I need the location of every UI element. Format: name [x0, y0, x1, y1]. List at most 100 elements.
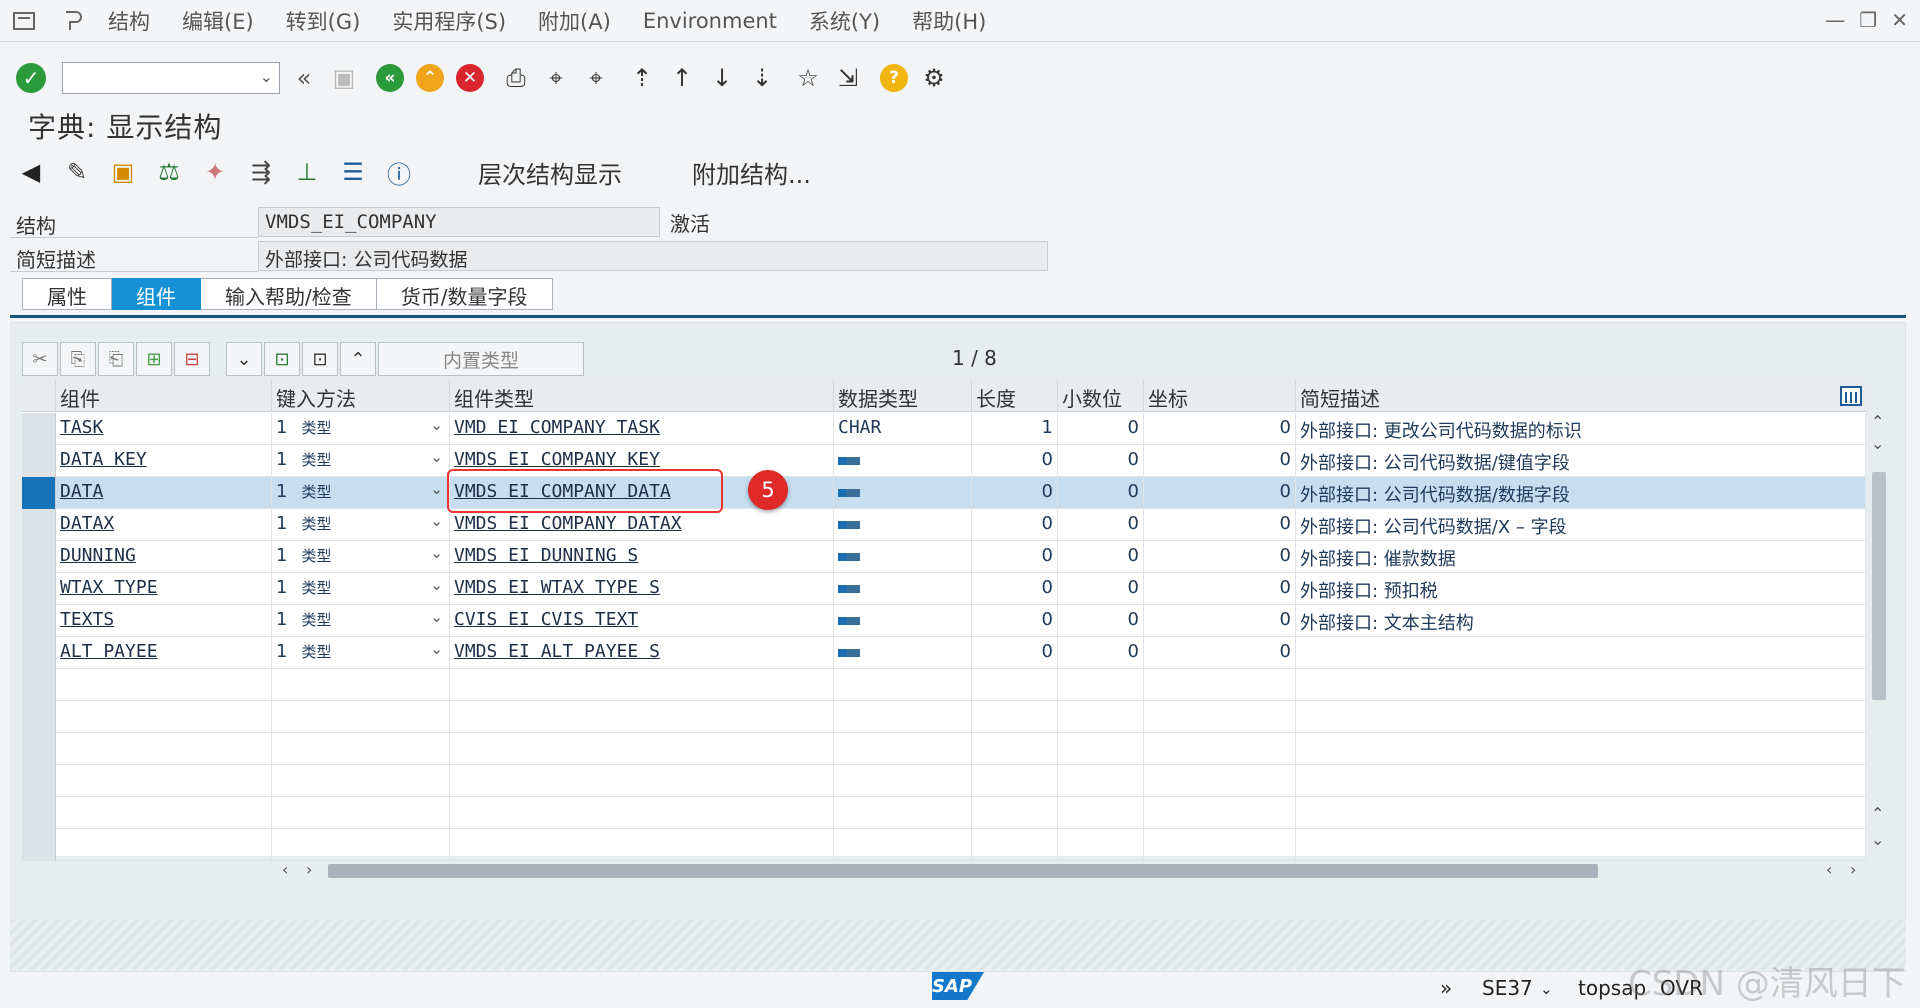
cell-typing[interactable]: 1 类型 ⌄ [272, 509, 450, 541]
scroll-up-icon[interactable]: ⌃ [1871, 412, 1884, 431]
menu-utilities[interactable]: 实用程序(S) [392, 6, 506, 36]
back-icon[interactable]: « [374, 62, 406, 94]
column-header[interactable]: 组件 [56, 380, 272, 412]
cell-typing[interactable] [272, 701, 450, 733]
table-row[interactable]: DUNNING 1 类型 ⌄ VMDS EI DUNNING S 0 0 0 外部接口: 催款数… [22, 541, 1866, 573]
cell-coord[interactable] [1144, 701, 1296, 733]
help-icon[interactable]: ? [878, 62, 910, 94]
cell-coord[interactable] [1144, 669, 1296, 701]
cell-component[interactable]: TEXTS [56, 605, 272, 637]
cell-coord[interactable]: 0 [1144, 637, 1296, 669]
scroll-right-icon[interactable]: › [306, 860, 312, 879]
cell-comp-type[interactable] [450, 765, 834, 797]
row-selector[interactable] [22, 445, 56, 477]
menu-environment[interactable]: Environment [643, 9, 777, 33]
cell-comp-type[interactable] [450, 797, 834, 829]
table-row[interactable]: DATA KEY 1 类型 ⌄ VMDS EI COMPANY KEY 0 0 0 外部接口: … [22, 445, 1866, 477]
next-page-icon[interactable]: ↓ [706, 62, 738, 94]
cell-data-type[interactable] [834, 829, 972, 861]
transaction-code[interactable]: SE37 [1482, 976, 1533, 1000]
cell-comp-type[interactable]: VMDS EI COMPANY DATAX [450, 509, 834, 541]
cell-desc[interactable] [1296, 637, 1866, 669]
cell-coord[interactable] [1144, 733, 1296, 765]
cell-coord[interactable]: 0 [1144, 509, 1296, 541]
first-page-icon[interactable]: ⇡ [626, 62, 658, 94]
cell-component[interactable] [56, 733, 272, 765]
chevron-down-icon[interactable]: ⌄ [430, 640, 443, 658]
chevron-down-icon[interactable]: ⌄ [430, 576, 443, 594]
cell-component[interactable]: DUNNING [56, 541, 272, 573]
menu-edit[interactable]: 编辑(E) [182, 6, 254, 36]
export-icon[interactable]: ⊡ [302, 342, 338, 376]
cell-typing[interactable] [272, 669, 450, 701]
cell-desc[interactable] [1296, 733, 1866, 765]
row-selector[interactable] [22, 573, 56, 605]
cell-data-type[interactable] [834, 765, 972, 797]
cell-length[interactable]: 1 [972, 413, 1058, 445]
find-next-icon[interactable]: ⌖ [580, 62, 612, 94]
cell-typing[interactable]: 1 类型 ⌄ [272, 573, 450, 605]
cell-decimals[interactable] [1058, 669, 1144, 701]
cell-data-type[interactable]: CHAR [834, 413, 972, 445]
cell-length[interactable]: 0 [972, 637, 1058, 669]
cell-comp-type[interactable]: VMDS EI DUNNING S [450, 541, 834, 573]
cell-coord[interactable] [1144, 797, 1296, 829]
cell-length[interactable]: 0 [972, 541, 1058, 573]
row-selector[interactable] [22, 509, 56, 541]
cell-component[interactable] [56, 701, 272, 733]
settings-icon[interactable]: ⚙ [918, 62, 950, 94]
cell-decimals[interactable] [1058, 797, 1144, 829]
cell-typing[interactable]: 1 类型 ⌄ [272, 605, 450, 637]
previous-page-icon[interactable]: ↑ [666, 62, 698, 94]
cell-decimals[interactable]: 0 [1058, 541, 1144, 573]
tab-input-help-check[interactable]: 输入帮助/检查 [201, 278, 377, 310]
command-field[interactable]: ⌄ [62, 62, 280, 94]
table-row[interactable]: TEXTS 1 类型 ⌄ CVIS EI CVIS TEXT 0 0 0 外部接口: 文本主结构 [22, 605, 1866, 637]
cell-decimals[interactable]: 0 [1058, 477, 1144, 509]
builtin-type-button[interactable]: 内置类型 [378, 342, 584, 376]
cell-desc[interactable]: 外部接口: 催款数据 [1296, 541, 1866, 573]
cell-component[interactable]: ALT PAYEE [56, 637, 272, 669]
cell-component[interactable] [56, 797, 272, 829]
column-header[interactable]: 简短描述 [1296, 380, 1866, 412]
column-header[interactable]: 组件类型 [450, 380, 834, 412]
cell-comp-type[interactable]: VMDS EI ALT PAYEE S [450, 637, 834, 669]
row-selector[interactable] [22, 477, 56, 509]
chevron-down-icon[interactable]: ⌄ [430, 480, 443, 498]
menu-help[interactable]: 帮助(H) [912, 6, 986, 36]
cell-typing[interactable]: 1 类型 ⌄ [272, 477, 450, 509]
sap-menu-icon[interactable] [12, 10, 38, 32]
row-selector[interactable] [22, 701, 56, 733]
scroll-right-icon[interactable]: › [1850, 860, 1856, 879]
cell-desc[interactable]: 外部接口: 文本主结构 [1296, 605, 1866, 637]
column-header[interactable]: 键入方法 [272, 380, 450, 412]
cell-desc[interactable] [1296, 701, 1866, 733]
cell-desc[interactable] [1296, 669, 1866, 701]
row-selector[interactable] [22, 637, 56, 669]
print-icon[interactable]: ⎙ [500, 62, 532, 94]
chevron-down-icon[interactable]: ⌄ [430, 512, 443, 530]
chevron-down-icon[interactable]: ⌄ [430, 448, 443, 466]
enter-icon[interactable]: ✓ [16, 63, 46, 93]
cancel-icon[interactable]: ✕ [454, 62, 486, 94]
table-row[interactable]: DATAX 1 类型 ⌄ VMDS EI COMPANY DATAX 0 0 0 外部接口: 公… [22, 509, 1866, 541]
scroll-down-icon[interactable]: ⌄ [1871, 434, 1884, 453]
chevron-down-icon[interactable]: ⌄ [1540, 980, 1553, 998]
cell-comp-type[interactable] [450, 829, 834, 861]
insert-row-icon[interactable]: ⊞ [136, 342, 172, 376]
empty-row[interactable] [22, 797, 1866, 829]
cell-component[interactable] [56, 829, 272, 861]
vertical-scrollbar[interactable]: ⌃ ⌄ ⌃ ⌄ [1868, 412, 1890, 856]
cell-data-type[interactable] [834, 637, 972, 669]
navigation-window-icon[interactable]: ☰ [336, 155, 370, 189]
cell-desc[interactable]: 外部接口: 更改公司代码数据的标识 [1296, 413, 1866, 445]
chevron-down-icon[interactable]: ⌄ [430, 416, 443, 434]
cell-decimals[interactable]: 0 [1058, 413, 1144, 445]
check-icon[interactable]: ⚖ [152, 155, 186, 189]
bookmark-icon[interactable] [60, 10, 86, 32]
cell-decimals[interactable] [1058, 765, 1144, 797]
save-icon[interactable]: ▣ [328, 62, 360, 94]
table-row[interactable]: TASK 1 类型 ⌄ VMD EI COMPANY TASK CHAR 1 0 0 外部接口: … [22, 413, 1866, 445]
column-header[interactable]: 小数位 [1058, 380, 1144, 412]
cell-coord[interactable]: 0 [1144, 477, 1296, 509]
